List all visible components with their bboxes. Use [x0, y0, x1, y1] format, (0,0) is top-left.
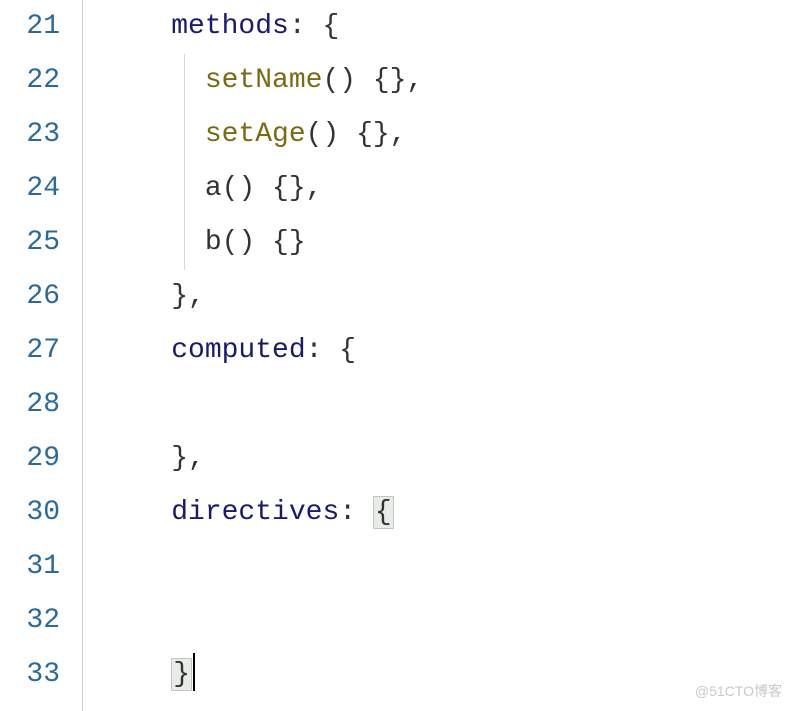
fold-guide-line [82, 0, 83, 711]
code-line[interactable] [104, 594, 794, 648]
punct-token: }, [171, 443, 205, 474]
code-line[interactable] [104, 378, 794, 432]
code-line[interactable]: computed: { [104, 324, 794, 378]
property-token: methods [171, 11, 289, 42]
code-line[interactable]: methods: { [104, 0, 794, 54]
method-token: setAge [205, 119, 306, 150]
code-line[interactable]: }, [104, 270, 794, 324]
punct-token: : [339, 497, 373, 528]
watermark-text: @51CTO博客 [695, 681, 782, 701]
line-number: 27 [0, 324, 60, 378]
punct-token: : { [289, 11, 339, 42]
punct-token: () {}, [222, 173, 323, 204]
punct-token: () {} [222, 227, 306, 258]
line-number: 32 [0, 594, 60, 648]
code-content[interactable]: methods: { setName() {}, setAge() {}, a(… [100, 0, 794, 711]
matched-brace: { [373, 496, 394, 529]
method-token: a [205, 173, 222, 204]
code-line[interactable]: } [104, 648, 794, 702]
matched-brace: } [171, 658, 192, 691]
punct-token: }, [171, 281, 205, 312]
code-line[interactable]: a() {}, [104, 162, 794, 216]
property-token: computed [171, 335, 305, 366]
punct-token: () {}, [306, 119, 407, 150]
line-number: 25 [0, 216, 60, 270]
code-line[interactable] [104, 540, 794, 594]
code-line[interactable]: setName() {}, [104, 54, 794, 108]
code-line[interactable]: b() {} [104, 216, 794, 270]
method-token: b [205, 227, 222, 258]
line-number: 21 [0, 0, 60, 54]
code-line[interactable]: setAge() {}, [104, 108, 794, 162]
line-number: 29 [0, 432, 60, 486]
code-line[interactable]: directives: { [104, 486, 794, 540]
line-number: 31 [0, 540, 60, 594]
line-number: 24 [0, 162, 60, 216]
punct-token: : { [306, 335, 356, 366]
punct-token: () {}, [322, 65, 423, 96]
text-cursor [193, 653, 195, 691]
property-token: directives [171, 497, 339, 528]
fold-column [72, 0, 100, 711]
line-number: 22 [0, 54, 60, 108]
code-line[interactable]: }, [104, 432, 794, 486]
line-number: 26 [0, 270, 60, 324]
line-number: 28 [0, 378, 60, 432]
line-number-gutter: 21 22 23 24 25 26 27 28 29 30 31 32 33 [0, 0, 72, 711]
line-number: 30 [0, 486, 60, 540]
line-number: 33 [0, 648, 60, 702]
line-number: 23 [0, 108, 60, 162]
code-editor[interactable]: 21 22 23 24 25 26 27 28 29 30 31 32 33 m… [0, 0, 794, 711]
method-token: setName [205, 65, 323, 96]
